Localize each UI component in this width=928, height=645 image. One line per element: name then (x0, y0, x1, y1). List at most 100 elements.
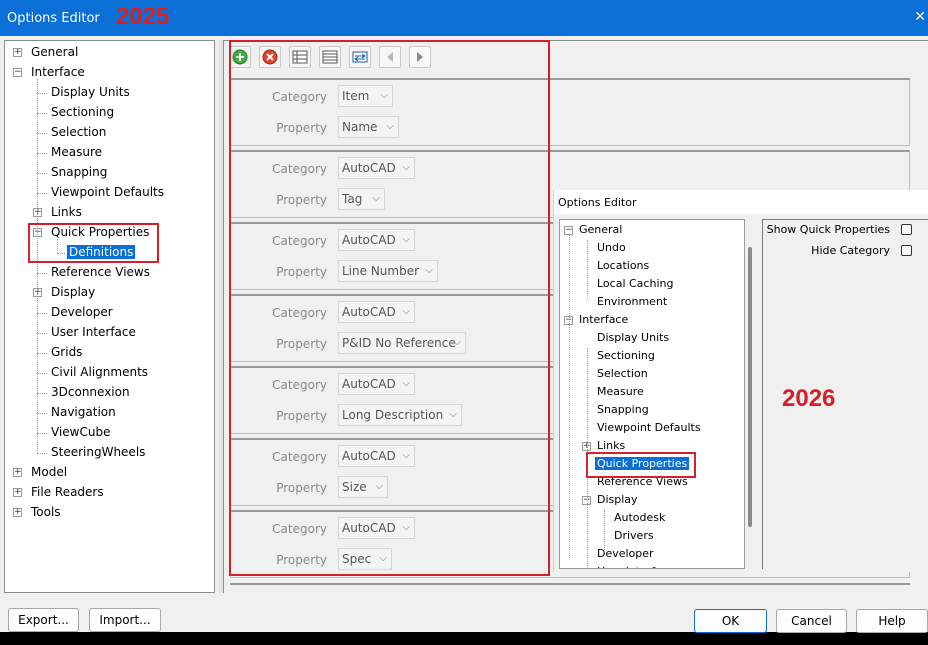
tree-connector (604, 510, 605, 550)
property-dropdown[interactable]: Size ⌵ (338, 476, 388, 498)
tree-connector (587, 240, 588, 300)
ok-button[interactable]: OK (694, 609, 767, 633)
tree-item-snapping[interactable]: Snapping (49, 163, 109, 181)
overlay-tree-item-sectioning[interactable]: Sectioning (595, 347, 657, 365)
tree-item-label: Display Units (51, 85, 130, 99)
category-label: Category (272, 522, 327, 536)
overlay-tree-item-locations[interactable]: Locations (595, 257, 651, 275)
tree-item-links[interactable]: Links (49, 203, 84, 221)
close-icon[interactable]: ✕ (914, 9, 926, 25)
overlay-tree-item-interface[interactable]: Interface (577, 311, 630, 329)
category-dropdown[interactable]: AutoCAD ⌵ (338, 373, 415, 395)
expand-icon[interactable]: + (13, 468, 22, 477)
overlay-tree-item-measure[interactable]: Measure (595, 383, 646, 401)
property-dropdown[interactable]: Tag ⌵ (338, 188, 385, 210)
arrow-right-button[interactable] (409, 46, 431, 68)
expand-icon[interactable]: + (13, 488, 22, 497)
tree-item-user-interface[interactable]: User Interface (49, 323, 138, 341)
tree-item-display[interactable]: Display (49, 283, 97, 301)
tree-item-measure[interactable]: Measure (49, 143, 104, 161)
tree-item-reference-views[interactable]: Reference Views (49, 263, 152, 281)
tree-item-steeringwheels[interactable]: SteeringWheels (49, 443, 147, 461)
cancel-button[interactable]: Cancel (776, 609, 847, 633)
overlay-tree-item-selection[interactable]: Selection (595, 365, 650, 383)
tree-item-display-units[interactable]: Display Units (49, 83, 132, 101)
tree-item-civil-alignments[interactable]: Civil Alignments (49, 363, 150, 381)
collapse-rows-button[interactable] (319, 46, 341, 68)
tree-item-definitions[interactable]: Definitions (67, 243, 136, 261)
category-dropdown[interactable]: Item ⌵ (338, 85, 393, 107)
overlay-tree-scrollbar[interactable] (745, 219, 755, 569)
property-dropdown[interactable]: Line Number ⌵ (338, 260, 438, 282)
property-dropdown[interactable]: Long Description ⌵ (338, 404, 462, 426)
tree-item-model[interactable]: Model (29, 463, 69, 481)
category-label: Category (272, 90, 327, 104)
window-title: Options Editor (7, 11, 100, 26)
swap-button[interactable] (349, 46, 371, 68)
tree-item-label: Links (597, 439, 626, 452)
expand-rows-button[interactable] (289, 46, 311, 68)
overlay-tree-item-undo[interactable]: Undo (595, 239, 628, 257)
overlay-tree-item-general[interactable]: General (577, 221, 624, 239)
tree-item-general[interactable]: General (29, 43, 80, 61)
delete-button[interactable] (259, 46, 281, 68)
category-dropdown[interactable]: AutoCAD ⌵ (338, 229, 415, 251)
tree-connector (37, 79, 38, 453)
add-button[interactable] (229, 46, 251, 68)
overlay-tree-item-display-units[interactable]: Display Units (595, 329, 671, 347)
tree-item-viewpoint-defaults[interactable]: Viewpoint Defaults (49, 183, 166, 201)
tree-item-file-readers[interactable]: File Readers (29, 483, 106, 501)
export-button[interactable]: Export... (8, 608, 79, 632)
tree-item-sectioning[interactable]: Sectioning (49, 103, 116, 121)
expand-icon[interactable]: + (13, 508, 22, 517)
tree-item-developer[interactable]: Developer (49, 303, 115, 321)
tree-item-selection[interactable]: Selection (49, 123, 108, 141)
overlay-window-title: Options Editor (558, 196, 637, 209)
property-label: Property (276, 337, 327, 351)
tree-item-viewcube[interactable]: ViewCube (49, 423, 112, 441)
tree-connector (37, 453, 47, 454)
overlay-tree-item-reference-views[interactable]: Reference Views (595, 473, 690, 491)
chevron-down-icon: ⌵ (402, 450, 410, 461)
property-dropdown[interactable]: Spec ⌵ (338, 548, 392, 570)
tree-item-label: Interface (579, 313, 629, 326)
overlay-tree-item-quick-properties[interactable]: Quick Properties (595, 455, 690, 473)
overlay-tree-item-drivers[interactable]: Drivers (612, 527, 656, 545)
overlay-tree-item-snapping[interactable]: Snapping (595, 401, 651, 419)
category-dropdown[interactable]: AutoCAD ⌵ (338, 517, 415, 539)
arrow-left-button[interactable] (379, 46, 401, 68)
property-value: Tag (342, 192, 363, 206)
tree-item-label: User Interface (595, 565, 677, 568)
expand-icon[interactable]: + (13, 48, 22, 57)
property-dropdown[interactable]: P&ID No Reference ⌵ (338, 332, 466, 354)
overlay-tree-item-display[interactable]: Display (595, 491, 640, 509)
help-button[interactable]: Help (856, 609, 928, 633)
tree-item-3dconnexion[interactable]: 3Dconnexion (49, 383, 132, 401)
chevron-down-icon: ⌵ (375, 481, 383, 492)
tree-item-quick-properties[interactable]: Quick Properties (49, 223, 151, 241)
property-dropdown[interactable]: Name ⌵ (338, 116, 399, 138)
tree-connector (37, 373, 47, 374)
import-button[interactable]: Import... (89, 608, 161, 632)
collapse-icon[interactable]: − (13, 68, 22, 77)
overlay-tree-item-links[interactable]: Links (595, 437, 627, 455)
overlay-tree-item-autodesk[interactable]: Autodesk (612, 509, 667, 527)
overlay-tree-item-user-interface[interactable]: User Interface (595, 563, 677, 568)
overlay-options-tree[interactable]: General − Undo Locations Local Caching Enviro… (559, 219, 745, 569)
category-dropdown[interactable]: AutoCAD ⌵ (338, 157, 415, 179)
options-tree[interactable]: General + Interface − Display Units Sectionin… (4, 40, 215, 593)
overlay-tree-item-local-caching[interactable]: Local Caching (595, 275, 675, 293)
show-quick-properties-checkbox[interactable] (901, 224, 912, 235)
tree-connector (37, 113, 47, 114)
category-dropdown[interactable]: AutoCAD ⌵ (338, 301, 415, 323)
category-dropdown[interactable]: AutoCAD ⌵ (338, 445, 415, 467)
property-value: Long Description (342, 408, 444, 422)
overlay-scroll-thumb[interactable] (748, 247, 752, 527)
hide-category-checkbox[interactable] (901, 245, 912, 256)
tree-item-grids[interactable]: Grids (49, 343, 84, 361)
tree-connector (37, 413, 47, 414)
overlay-tree-item-environment[interactable]: Environment (595, 293, 669, 311)
overlay-tree-item-viewpoint-defaults[interactable]: Viewpoint Defaults (595, 419, 703, 437)
tree-item-tools[interactable]: Tools (29, 503, 63, 521)
tree-item-navigation[interactable]: Navigation (49, 403, 118, 421)
